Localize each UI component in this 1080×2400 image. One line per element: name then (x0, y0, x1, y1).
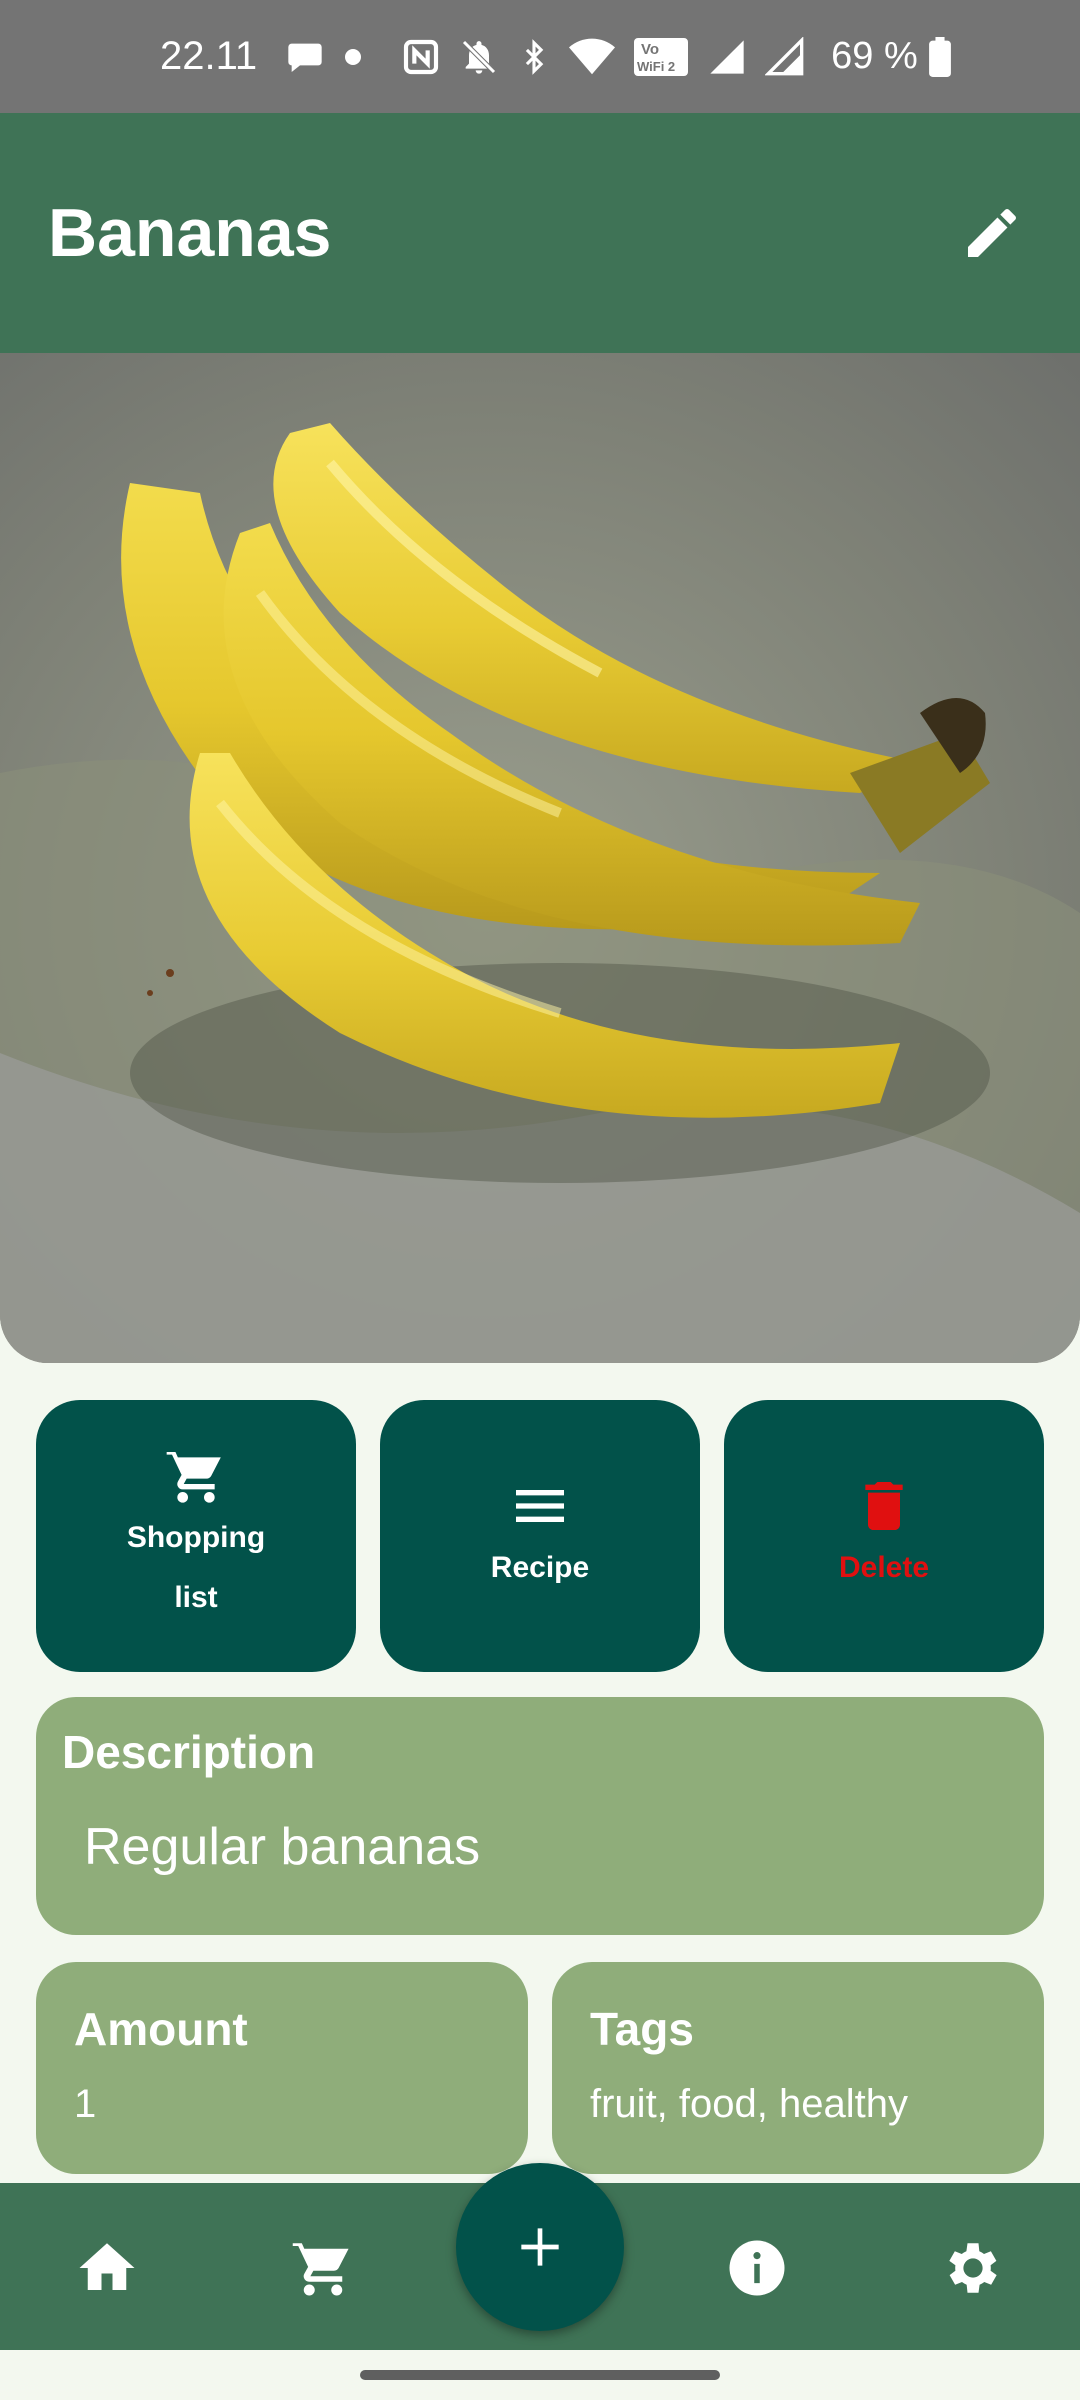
edit-button[interactable] (952, 193, 1032, 273)
menu-icon (516, 1490, 564, 1522)
description-card: Description Regular bananas (36, 1697, 1044, 1935)
nav-home[interactable] (62, 2223, 152, 2313)
battery-percentage: 69 % (831, 35, 918, 77)
home-indicator[interactable] (360, 2370, 720, 2380)
nav-info[interactable] (712, 2223, 802, 2313)
nav-cart[interactable] (278, 2223, 368, 2313)
status-bar: 22.11 Vo WiFi 2 69 % (0, 0, 1080, 113)
dot-icon (343, 47, 363, 67)
bluetooth-icon (517, 37, 551, 77)
home-icon (79, 2243, 135, 2290)
gear-icon (949, 2243, 997, 2293)
amount-title: Amount (74, 2003, 248, 2055)
tags-value: fruit, food, healthy (590, 2082, 908, 2126)
description-title: Description (62, 1726, 316, 1778)
bananas-photo (0, 353, 1080, 1363)
info-icon (729, 2240, 785, 2296)
svg-text:WiFi 2: WiFi 2 (637, 59, 675, 74)
description-value: Regular bananas (84, 1818, 481, 1876)
battery-icon (928, 36, 952, 77)
recipe-label: Recipe (490, 1551, 590, 1584)
wifi-icon (569, 37, 616, 77)
bell-off-icon (459, 37, 499, 77)
amount-value: 1 (74, 2082, 97, 2126)
cart-icon (292, 2240, 349, 2296)
cart-icon (166, 1449, 221, 1503)
vowifi-icon: Vo WiFi 2 (633, 37, 689, 77)
status-time: 22.11 (160, 34, 258, 78)
recipe-button[interactable]: Recipe (380, 1400, 700, 1672)
nav-settings[interactable] (928, 2223, 1018, 2313)
amount-card: Amount 1 (36, 1962, 528, 2174)
trash-icon (865, 1482, 903, 1530)
signal-icon (765, 36, 805, 77)
page-title: Bananas (48, 195, 332, 271)
nfc-icon (401, 37, 441, 77)
delete-label: Delete (838, 1551, 930, 1584)
add-icon (521, 2228, 559, 2266)
shopping-list-label: Shopping list (126, 1521, 266, 1614)
pencil-icon (968, 208, 1016, 257)
shopping-list-button[interactable]: Shopping list (36, 1400, 356, 1672)
action-buttons: Shopping list Recipe Delete (36, 1400, 1044, 1672)
add-button[interactable] (456, 2163, 624, 2331)
tags-title: Tags (590, 2003, 694, 2055)
delete-button[interactable]: Delete (724, 1400, 1044, 1672)
svg-text:Vo: Vo (641, 41, 659, 58)
signal-icon (707, 37, 747, 77)
chat-bubble-icon (285, 37, 325, 77)
tags-card: Tags fruit, food, healthy (552, 1962, 1044, 2174)
app-bar: Bananas (0, 113, 1080, 353)
